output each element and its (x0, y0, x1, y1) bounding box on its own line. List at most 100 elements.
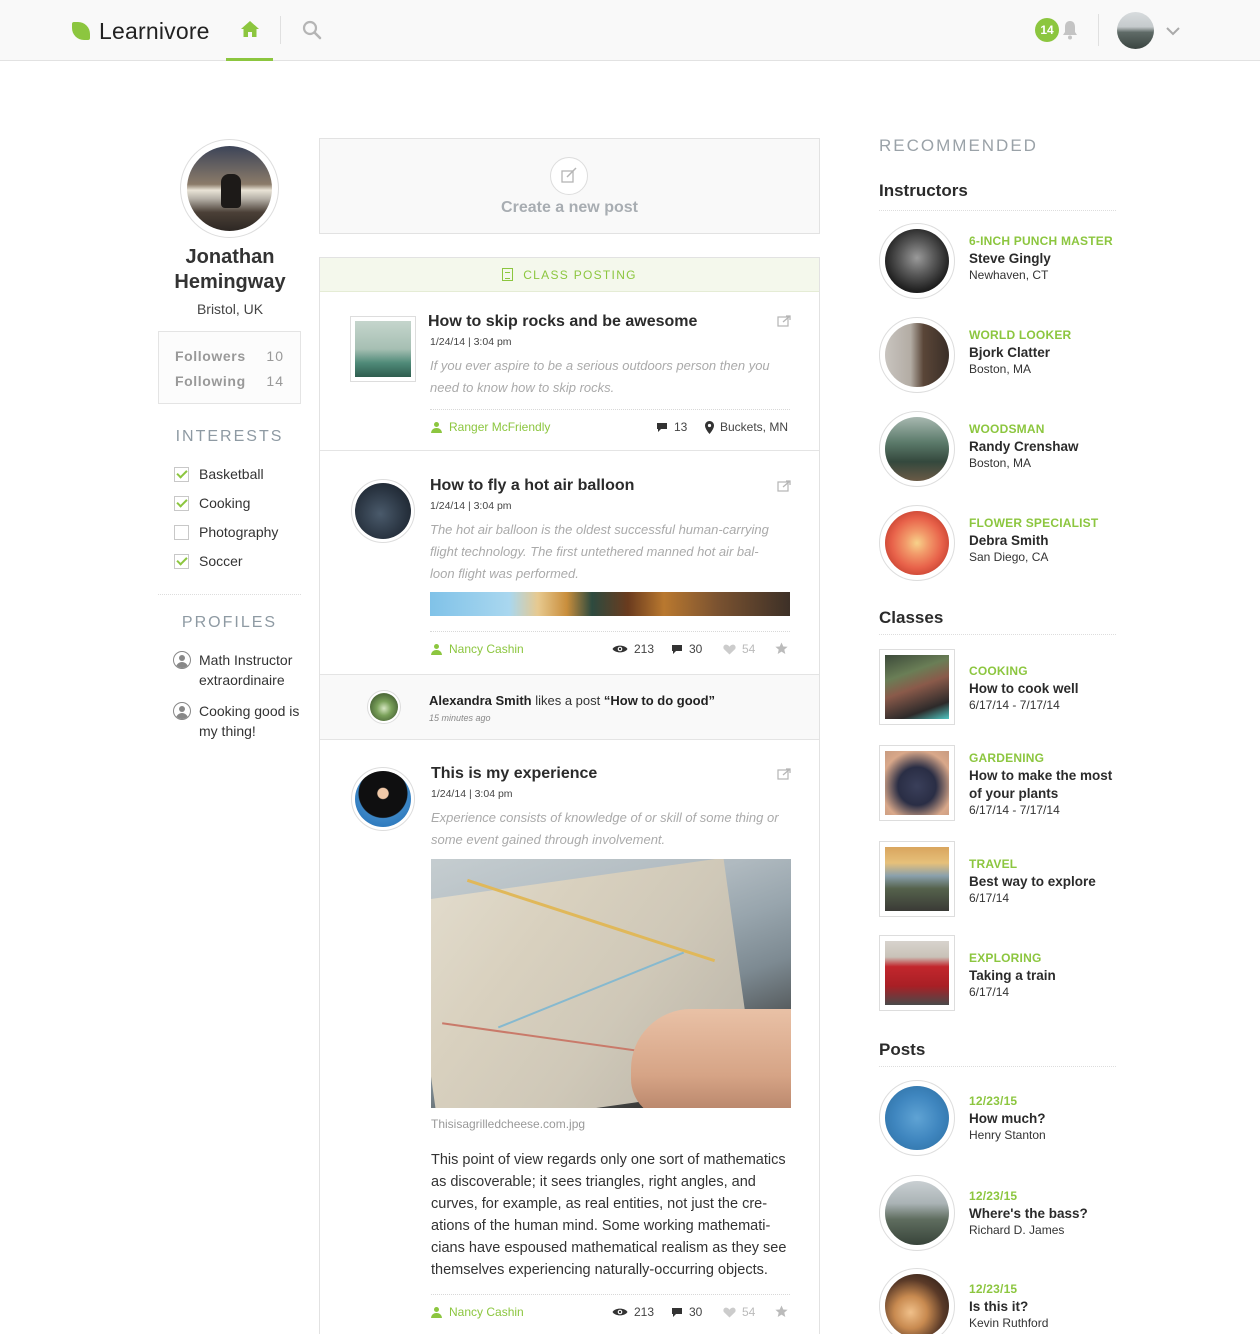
post-thumbnail[interactable] (351, 767, 415, 831)
profile-link-line2: extraordinaire (199, 672, 285, 688)
user-icon (431, 643, 442, 655)
search-button[interactable] (300, 18, 324, 42)
heart-icon (723, 1307, 736, 1317)
bell-icon[interactable] (1060, 19, 1080, 41)
brand-logo[interactable]: Learnivore (72, 17, 210, 45)
like-count[interactable]: 54 (723, 1305, 755, 1319)
view-count: 213 (612, 1305, 654, 1319)
share-icon[interactable] (777, 314, 792, 327)
profile-link-line1: Cooking good is (199, 703, 300, 719)
post-description: The hot air balloon is the oldest succes… (430, 522, 769, 581)
user-avatar[interactable] (1117, 12, 1154, 49)
checkbox-checked-icon[interactable] (174, 466, 189, 482)
class-dates: 6/17/14 (969, 985, 1010, 999)
divider (879, 210, 1116, 211)
post-image[interactable] (430, 592, 790, 616)
post-title: Where's the bass? (969, 1206, 1088, 1221)
comment-count[interactable]: 13 (656, 420, 687, 434)
user-icon (173, 651, 191, 669)
share-icon[interactable] (777, 479, 792, 492)
profile-link[interactable]: Math Instructor extraordinaire (173, 650, 292, 690)
post-thumbnail[interactable] (351, 479, 415, 543)
post-image[interactable] (431, 859, 791, 1108)
divider (320, 450, 819, 451)
interests-title: INTERESTS (175, 428, 284, 445)
class-thumbnail (879, 935, 955, 1011)
post-description: Experience consists of knowledge of or s… (431, 810, 779, 847)
nav-divider (280, 16, 281, 44)
recommended-title: RECOMMENDED (879, 136, 1038, 155)
posts-title: Posts (879, 1040, 926, 1059)
post-description: If you ever aspire to be a serious outdo… (430, 358, 770, 395)
like-count[interactable]: 54 (723, 642, 755, 656)
instructor-avatar (879, 411, 955, 487)
star-icon[interactable] (775, 642, 788, 655)
divider (879, 1066, 1116, 1067)
class-name: How to make the most of your plants (969, 768, 1113, 801)
post-author[interactable]: Nancy Cashin (431, 642, 524, 656)
class-dates: 6/17/14 (969, 891, 1010, 905)
instructor-tag: WOODSMAN (969, 422, 1045, 436)
instructor-tag: WORLD LOOKER (969, 328, 1072, 342)
create-post-button[interactable]: Create a new post (319, 138, 820, 234)
comment-count[interactable]: 30 (671, 1305, 702, 1319)
activity-item[interactable]: Alexandra Smith likes a post “How to do … (320, 674, 819, 740)
interest-item[interactable]: Soccer (174, 551, 243, 571)
top-navigation-bar: Learnivore 14 (0, 0, 1260, 61)
post-date: 12/23/15 (969, 1189, 1018, 1203)
post-date: 12/23/15 (969, 1282, 1018, 1296)
instructor-location: Boston, MA (969, 362, 1032, 376)
post-avatar (879, 1175, 955, 1251)
profile-link[interactable]: Cooking good is my thing! (173, 701, 299, 741)
comment-icon (672, 644, 682, 654)
post-date: 1/24/14 | 3:04 pm (431, 788, 513, 800)
comment-count[interactable]: 30 (671, 642, 702, 656)
instructor-location: Boston, MA (969, 456, 1032, 470)
class-posting-label: CLASS POSTING (523, 267, 637, 282)
post-author: Henry Stanton (969, 1128, 1046, 1142)
document-icon (502, 268, 514, 281)
class-posting-bar: CLASS POSTING (320, 258, 819, 292)
post-title[interactable]: How to skip rocks and be awesome (428, 313, 697, 331)
instructor-name: Randy Crenshaw (969, 439, 1079, 454)
interest-label: Photography (199, 524, 279, 540)
post-title[interactable]: This is my experience (431, 765, 597, 783)
profile-avatar (180, 139, 279, 238)
share-icon[interactable] (777, 767, 792, 780)
activity-time: 15 minutes ago (429, 713, 491, 723)
class-thumbnail (879, 841, 955, 917)
divider (879, 634, 1116, 635)
followers-row[interactable]: Followers 10 (175, 343, 284, 368)
post-author[interactable]: Nancy Cashin (431, 1305, 524, 1319)
view-count: 213 (612, 642, 654, 656)
brand-name: Learnivore (99, 17, 210, 44)
star-icon[interactable] (775, 1305, 788, 1318)
notification-count-badge[interactable]: 14 (1035, 18, 1059, 42)
interest-item[interactable]: Basketball (174, 464, 264, 484)
interest-label: Basketball (199, 466, 264, 482)
instructors-title: Instructors (879, 181, 968, 200)
post-title: How much? (969, 1111, 1046, 1126)
interest-item[interactable]: Photography (174, 522, 278, 542)
chevron-down-icon[interactable] (1164, 22, 1182, 40)
post-thumbnail[interactable] (350, 316, 416, 382)
eye-icon (612, 645, 628, 653)
interest-item[interactable]: Cooking (174, 493, 250, 513)
class-tag: EXPLORING (969, 951, 1042, 965)
home-tab[interactable] (226, 0, 273, 61)
post-title[interactable]: How to fly a hot air balloon (430, 477, 634, 495)
eye-icon (612, 1308, 628, 1316)
class-tag: COOKING (969, 664, 1028, 678)
post-author: Richard D. James (969, 1223, 1065, 1237)
post-date: 1/24/14 | 3:04 pm (430, 336, 512, 348)
header-divider (1098, 14, 1099, 46)
home-icon (240, 21, 259, 37)
post-author[interactable]: Ranger McFriendly (431, 420, 550, 434)
checkbox-checked-icon[interactable] (174, 553, 189, 569)
checkbox-unchecked-icon[interactable] (174, 524, 189, 540)
edit-icon (550, 157, 588, 195)
checkbox-checked-icon[interactable] (174, 495, 189, 511)
following-row[interactable]: Following 14 (175, 368, 284, 393)
followers-label: Followers (175, 347, 246, 364)
profile-location: Bristol, UK (196, 301, 264, 317)
